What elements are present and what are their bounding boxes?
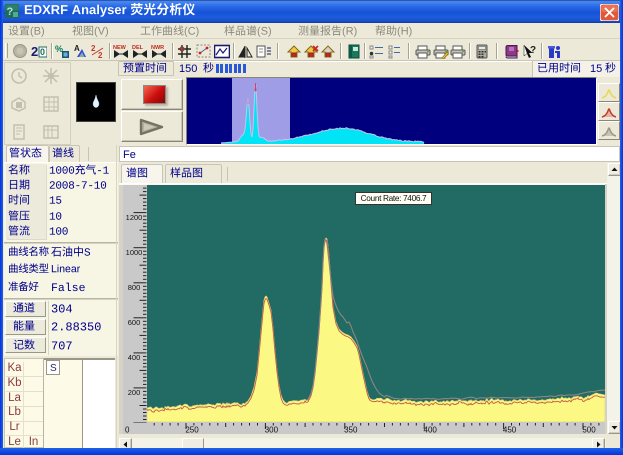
svg-text:200: 200 [128,388,141,397]
svg-text:0: 0 [125,426,130,435]
svg-text:300: 300 [265,426,279,435]
svg-text:%: % [55,44,63,54]
svg-text:400: 400 [424,426,438,435]
svg-text:450: 450 [503,426,517,435]
svg-text:?: ? [7,6,14,18]
svg-text:600: 600 [128,318,141,327]
svg-text:400: 400 [128,353,141,362]
svg-text:800: 800 [128,283,141,292]
svg-text:?: ? [530,45,536,56]
svg-text:500: 500 [582,426,596,435]
svg-text:2: 2 [31,44,38,59]
svg-text:2: 2 [98,51,103,59]
svg-text:NWR: NWR [151,45,164,51]
svg-text:A: A [74,44,80,53]
svg-text:NEW: NEW [113,45,127,51]
svg-text:0: 0 [40,47,45,57]
svg-text:DEL: DEL [132,45,144,51]
svg-text:1200: 1200 [126,213,143,222]
svg-text:250: 250 [185,426,199,435]
svg-text:2: 2 [91,44,96,53]
svg-text:350: 350 [344,426,358,435]
svg-text:1000: 1000 [126,248,143,257]
